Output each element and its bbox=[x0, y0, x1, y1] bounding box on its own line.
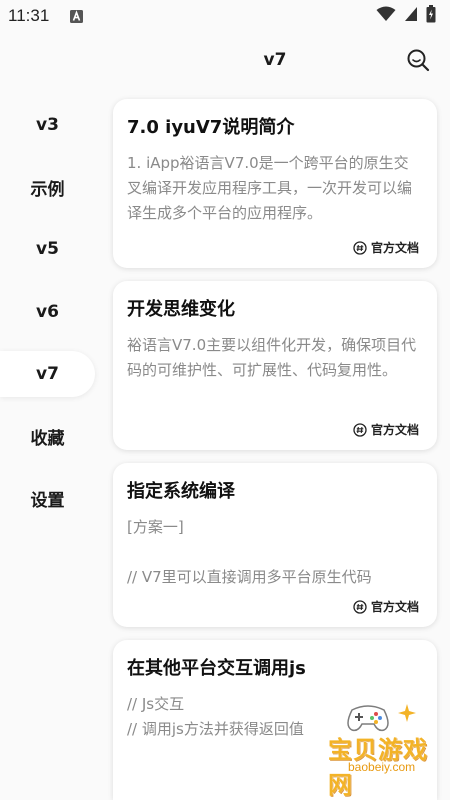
sidebar-item-examples[interactable]: 示例 bbox=[0, 164, 95, 210]
sidebar-item-label: v3 bbox=[36, 115, 59, 135]
card-body: 裕语言V7.0主要以组件化开发，确保项目代码的可维护性、可扩展性、代码复用性。 bbox=[127, 336, 417, 379]
sidebar-item-v6[interactable]: v6 bbox=[0, 289, 95, 335]
sidebar-item-v3[interactable]: v3 bbox=[0, 102, 95, 148]
page-title: v7 bbox=[263, 50, 287, 70]
doc-hash-icon bbox=[353, 422, 367, 437]
watermark-logo: 宝贝游戏网 baobeiy.com bbox=[328, 700, 444, 799]
official-docs-link[interactable]: 官方文档 bbox=[353, 239, 419, 256]
card-footer-label: 官方文档 bbox=[370, 600, 419, 614]
sidebar-item-label: 收藏 bbox=[30, 428, 65, 449]
doc-card[interactable]: 7.0 iyuV7说明简介 1. iApp裕语言V7.0是一个跨平台的原生交叉编… bbox=[113, 99, 437, 268]
sidebar-item-settings[interactable]: 设置 bbox=[0, 475, 95, 521]
battery-icon bbox=[426, 5, 436, 27]
card-footer-label: 官方文档 bbox=[370, 423, 419, 437]
card-body: 1. iApp裕语言V7.0是一个跨平台的原生交叉编译开发应用程序工具，一次开发… bbox=[127, 154, 413, 222]
sidebar-item-label: v6 bbox=[36, 302, 59, 322]
sparkle-icon bbox=[398, 704, 416, 722]
card-body: [方案一] // V7里可以直接调用多平台原生代码 bbox=[127, 518, 372, 586]
card-title: 在其他平台交互调用js bbox=[127, 658, 306, 679]
sidebar-item-favorites[interactable]: 收藏 bbox=[0, 413, 95, 459]
sidebar-item-label: 设置 bbox=[30, 490, 65, 511]
sidebar-item-label: v5 bbox=[36, 239, 59, 259]
official-docs-link[interactable]: 官方文档 bbox=[353, 421, 419, 438]
sidebar-item-label: 示例 bbox=[30, 179, 65, 200]
sidebar-item-label: v7 bbox=[36, 364, 59, 384]
notification-a-icon bbox=[69, 9, 83, 23]
search-button[interactable] bbox=[404, 46, 432, 74]
doc-hash-icon bbox=[353, 599, 367, 614]
doc-hash-icon bbox=[353, 240, 367, 255]
official-docs-link[interactable]: 官方文档 bbox=[353, 598, 419, 615]
card-footer-label: 官方文档 bbox=[370, 241, 419, 255]
card-title: 开发思维变化 bbox=[127, 299, 235, 320]
card-title: 7.0 iyuV7说明简介 bbox=[127, 117, 295, 138]
doc-card[interactable]: 指定系统编译 [方案一] // V7里可以直接调用多平台原生代码 官方文档 bbox=[113, 463, 437, 627]
card-title: 指定系统编译 bbox=[127, 481, 235, 502]
search-icon bbox=[407, 49, 430, 72]
gamepad-icon bbox=[347, 705, 389, 732]
sidebar-item-v5[interactable]: v5 bbox=[0, 226, 95, 272]
status-bar: 11:31 bbox=[0, 0, 450, 32]
app-bar: v7 bbox=[0, 40, 450, 82]
status-time: 11:31 bbox=[8, 6, 50, 25]
wifi-icon bbox=[376, 6, 396, 26]
doc-card[interactable]: 开发思维变化 裕语言V7.0主要以组件化开发，确保项目代码的可维护性、可扩展性、… bbox=[113, 281, 437, 450]
watermark-site: baobeiy.com bbox=[348, 760, 416, 774]
sidebar-item-v7[interactable]: v7 bbox=[0, 351, 95, 397]
signal-icon bbox=[404, 6, 418, 26]
